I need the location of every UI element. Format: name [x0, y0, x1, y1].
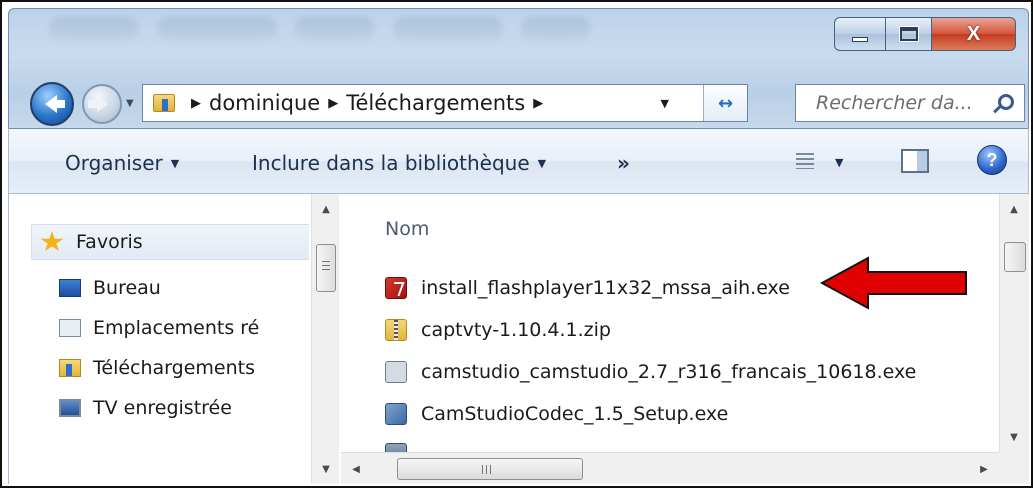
scrollbar-thumb[interactable]	[316, 244, 336, 292]
breadcrumb: ▶ dominique ▶ Téléchargements ▶	[183, 91, 551, 115]
maximize-icon	[899, 27, 918, 41]
file-name: CamStudioCodec_1.5_Setup.exe	[421, 403, 729, 425]
search-icon[interactable]	[998, 94, 1014, 110]
more-commands-button[interactable]: »	[617, 151, 630, 175]
downloads-folder-icon	[153, 94, 175, 112]
grip-icon	[482, 465, 494, 474]
sidebar-item-downloads[interactable]: Téléchargements	[59, 350, 255, 386]
sidebar-item-recent-places[interactable]: Emplacements ré	[59, 310, 259, 346]
scrollbar-thumb[interactable]	[1004, 242, 1026, 272]
grip-icon	[322, 261, 330, 273]
file-name: install_flashplayer11x32_mssa_aih.exe	[421, 277, 790, 299]
recent-places-icon	[59, 319, 81, 337]
codec-installer-icon	[385, 403, 407, 425]
organize-menu[interactable]: Organiser ▼	[65, 151, 179, 175]
column-header-name[interactable]: Nom	[385, 218, 429, 240]
arrow-shape	[820, 256, 967, 310]
views-dropdown-icon[interactable]: ▼	[835, 156, 843, 169]
sidebar-item-label: Bureau	[93, 277, 161, 299]
search-box[interactable]: Rechercher da...	[795, 84, 1025, 122]
breadcrumb-separator-icon[interactable]: ▶	[328, 96, 338, 111]
sidebar-item-favorites[interactable]: Favoris	[31, 224, 309, 260]
flash-installer-icon	[385, 277, 407, 299]
navigation-row: ▼ ▶ dominique ▶ Téléchargements ▶ ▼ ↔ Re…	[30, 82, 1025, 126]
scroll-left-icon[interactable]: ◀	[341, 453, 371, 485]
caption-buttons: X	[834, 17, 1016, 51]
installer-icon	[385, 361, 407, 383]
list-item[interactable]: install_flashplayer11x32_mssa_aih.exe	[385, 272, 790, 304]
chevron-down-icon: ▼	[170, 157, 180, 170]
refresh-button[interactable]: ↔	[703, 85, 747, 121]
file-list: Nom install_flashplayer11x32_mssa_aih.ex…	[341, 194, 999, 452]
minimize-icon	[852, 36, 868, 42]
scroll-up-icon[interactable]: ▲	[312, 194, 340, 224]
sidebar-item-desktop[interactable]: Bureau	[59, 270, 161, 306]
scroll-right-icon[interactable]: ▶	[969, 453, 999, 485]
list-item[interactable]: camstudio_camstudio_2.7_r316_francais_10…	[385, 356, 916, 388]
file-name: captvty-1.10.4.1.zip	[421, 319, 611, 341]
organize-label: Organiser	[65, 151, 163, 175]
scroll-down-icon[interactable]: ▼	[1000, 422, 1028, 452]
views-icon[interactable]	[796, 153, 814, 169]
help-icon[interactable]: ?	[977, 145, 1007, 175]
breadcrumb-user[interactable]: dominique	[209, 91, 320, 115]
minimize-button[interactable]	[834, 17, 886, 51]
close-icon: X	[966, 22, 981, 45]
chevron-down-icon: ▼	[537, 157, 547, 170]
sidebar-item-label: TV enregistrée	[93, 397, 232, 419]
list-item-partial[interactable]	[385, 438, 421, 452]
breadcrumb-separator-icon[interactable]: ▶	[533, 96, 543, 111]
sidebar-item-label: Téléchargements	[93, 357, 255, 379]
navigation-pane: Favoris Bureau Emplacements ré Télécharg…	[9, 194, 309, 484]
sidebar-item-label: Emplacements ré	[93, 317, 260, 339]
scrollbar-thumb[interactable]	[397, 458, 583, 480]
include-library-label: Inclure dans la bibliothèque	[252, 151, 530, 175]
zip-folder-icon	[385, 319, 407, 341]
screenshot-frame: X ▼ ▶ dominique ▶ Téléchargements ▶ ▼ ↔ …	[0, 0, 1033, 488]
list-item[interactable]: captvty-1.10.4.1.zip	[385, 314, 611, 346]
file-list-vertical-scrollbar[interactable]: ▲ ▼	[999, 194, 1029, 452]
sidebar-item-label: Favoris	[76, 231, 143, 253]
recorded-tv-icon	[59, 399, 81, 417]
sidebar-item-recorded-tv[interactable]: TV enregistrée	[59, 390, 232, 426]
refresh-icon: ↔	[717, 92, 734, 114]
search-placeholder[interactable]: Rechercher da...	[816, 92, 973, 114]
maximize-button[interactable]	[886, 17, 932, 51]
scroll-up-icon[interactable]: ▲	[1000, 194, 1028, 224]
breadcrumb-downloads[interactable]: Téléchargements	[346, 91, 525, 115]
list-item[interactable]: CamStudioCodec_1.5_Setup.exe	[385, 398, 728, 430]
blurred-taskbar-reflection	[49, 17, 749, 45]
file-name: camstudio_camstudio_2.7_r316_francais_10…	[421, 361, 917, 383]
content-area: Favoris Bureau Emplacements ré Télécharg…	[8, 194, 1029, 484]
navigation-pane-scrollbar[interactable]: ▲ ▼	[311, 194, 339, 484]
breadcrumb-separator-icon[interactable]: ▶	[191, 96, 201, 111]
installer-icon	[385, 443, 407, 452]
include-library-menu[interactable]: Inclure dans la bibliothèque ▼	[252, 151, 546, 175]
scrollbar-corner	[999, 452, 1029, 484]
command-bar: Organiser ▼ Inclure dans la bibliothèque ▼…	[8, 128, 1029, 194]
downloads-folder-icon	[59, 359, 81, 377]
back-button[interactable]	[30, 82, 74, 126]
history-dropdown-icon[interactable]: ▼	[126, 98, 134, 109]
red-arrow-annotation	[820, 256, 967, 310]
forward-arrow-icon	[87, 96, 108, 112]
scroll-down-icon[interactable]: ▼	[312, 454, 340, 484]
preview-pane-icon[interactable]	[901, 149, 929, 173]
back-arrow-icon	[45, 95, 65, 113]
star-icon	[40, 231, 64, 252]
forward-button[interactable]	[82, 84, 122, 124]
address-bar[interactable]: ▶ dominique ▶ Téléchargements ▶ ▼ ↔	[142, 84, 748, 122]
desktop-icon	[59, 279, 81, 297]
close-button[interactable]: X	[932, 17, 1016, 51]
file-list-horizontal-scrollbar[interactable]: ◀ ▶	[341, 452, 999, 484]
address-dropdown-icon[interactable]: ▼	[661, 97, 669, 110]
